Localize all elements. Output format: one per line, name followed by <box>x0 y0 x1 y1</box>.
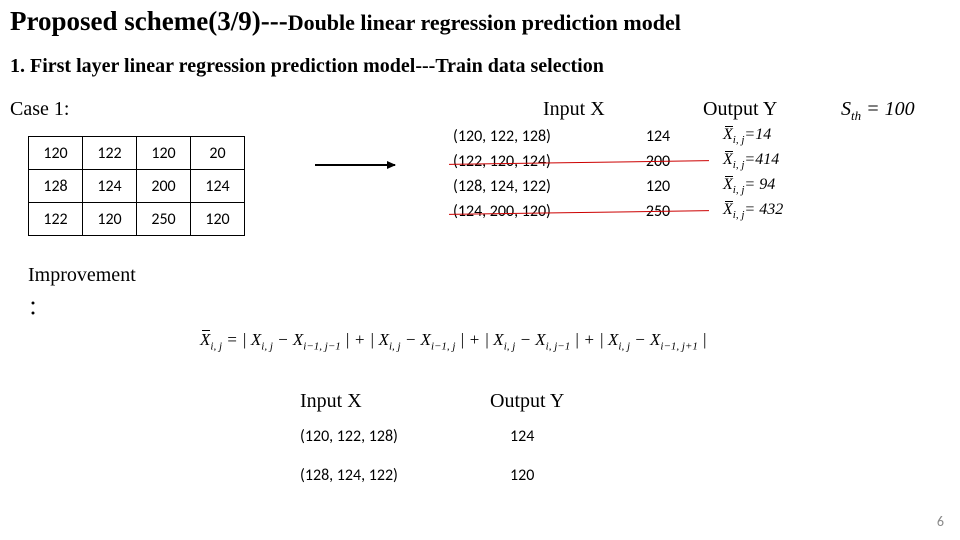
triple-output: 120 <box>623 177 693 196</box>
bottom-input: (120, 122, 128) <box>300 427 450 446</box>
page-number: 6 <box>937 513 944 530</box>
triple-output: 124 <box>623 127 693 146</box>
cell: 120 <box>191 203 245 236</box>
label-output-y: Output Y <box>703 98 823 124</box>
cell: 20 <box>191 137 245 170</box>
bottom-row: (120, 122, 128) 124 <box>300 427 564 446</box>
bottom-input: (128, 124, 122) <box>300 466 450 485</box>
triple-xbar: Xi, j=414 <box>723 151 779 171</box>
slide-title: Proposed scheme(3/9)---Double linear reg… <box>10 6 946 37</box>
bottom-output: 124 <box>510 427 534 446</box>
sth-post: = 100 <box>861 98 915 120</box>
bottom-label-input: Input X <box>300 390 450 413</box>
triple-row: (128, 124, 122) 120 Xi, j= 94 <box>453 174 783 199</box>
cell: 200 <box>137 170 191 203</box>
cell: 120 <box>137 137 191 170</box>
cell: 124 <box>191 170 245 203</box>
triple-row: (124, 200, 120) 250 Xi, j= 432 <box>453 199 783 224</box>
triple-xbar: Xi, j= 94 <box>723 176 775 196</box>
title-sub: Double linear regression prediction mode… <box>288 10 681 35</box>
sth-pre: S <box>841 98 851 120</box>
formula: Xi, j = | Xi, j − Xi−1, j−1 | + | Xi, j … <box>200 330 707 352</box>
sth-sub: th <box>851 108 861 123</box>
arrow-icon <box>315 164 395 166</box>
bottom-label-output: Output Y <box>490 390 564 413</box>
slide: Proposed scheme(3/9)---Double linear reg… <box>0 0 960 540</box>
column-labels: Input X Output Y Sth = 100 <box>80 98 915 124</box>
bottom-row: (128, 124, 122) 120 <box>300 466 564 485</box>
input-matrix: 12012212020 128124200124 122120250120 <box>28 136 245 236</box>
triple-row: (122, 120, 124) 200 Xi, j=414 <box>453 149 783 174</box>
triple-input: (128, 124, 122) <box>453 177 583 196</box>
cell: 120 <box>83 203 137 236</box>
title-main: Proposed scheme(3/9)--- <box>10 6 288 36</box>
cell: 128 <box>29 170 83 203</box>
cell: 122 <box>29 203 83 236</box>
triple-xbar: Xi, j=14 <box>723 126 771 146</box>
triple-input: (120, 122, 128) <box>453 127 583 146</box>
triple-row: (120, 122, 128) 124 Xi, j=14 <box>453 124 783 149</box>
case-label: Case 1: <box>10 98 80 121</box>
cell: 124 <box>83 170 137 203</box>
label-sth: Sth = 100 <box>841 98 915 124</box>
bottom-output: 120 <box>510 466 534 485</box>
triple-xbar: Xi, j= 432 <box>723 201 783 221</box>
label-input-x: Input X <box>543 98 703 124</box>
triples-block: (120, 122, 128) 124 Xi, j=14 (122, 120, … <box>453 124 783 224</box>
bottom-block: Input X Output Y (120, 122, 128) 124 (12… <box>300 390 564 505</box>
improvement-label: Improvement： <box>28 264 148 320</box>
section-heading: 1. First layer linear regression predict… <box>10 55 946 78</box>
cell: 250 <box>137 203 191 236</box>
cell: 120 <box>29 137 83 170</box>
cell: 122 <box>83 137 137 170</box>
